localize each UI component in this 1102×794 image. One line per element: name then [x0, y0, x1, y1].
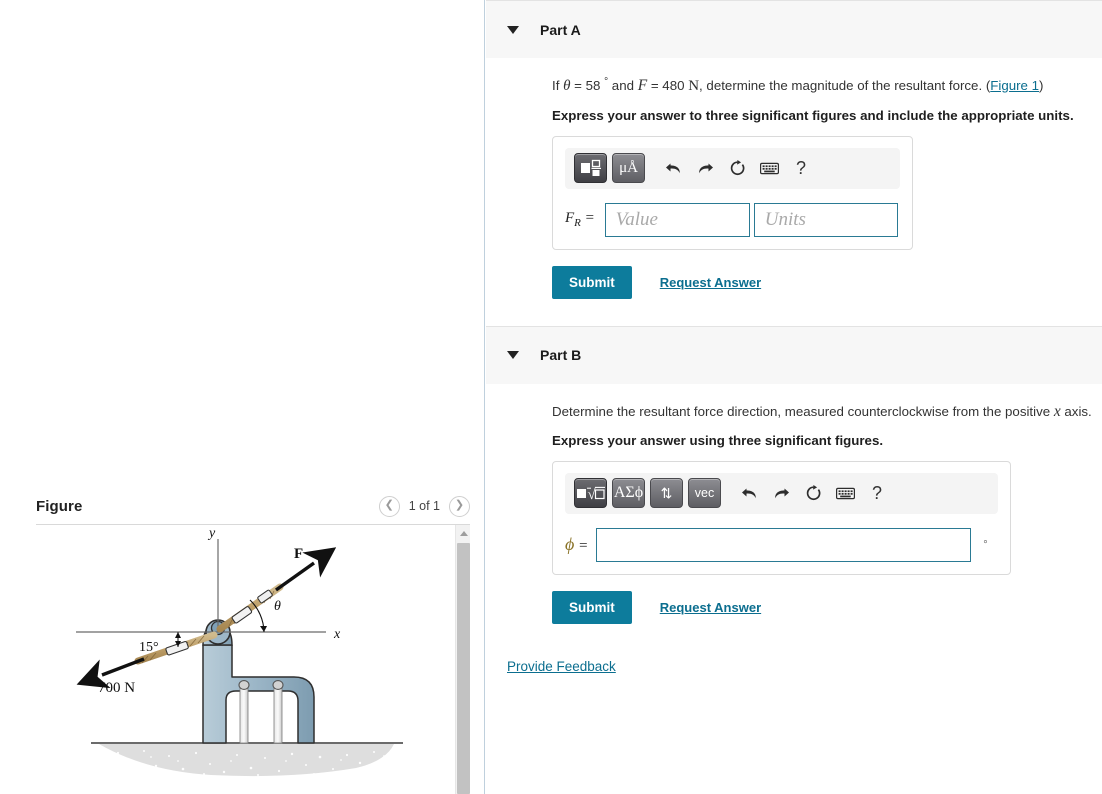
figure-header: Figure ❮ 1 of 1 ❯ — [36, 490, 470, 522]
redo-icon[interactable] — [765, 478, 797, 508]
figure-panel: Figure ❮ 1 of 1 ❯ x y F θ 15° 700 N — [0, 0, 485, 794]
part-a-title: Part A — [540, 21, 581, 38]
undo-icon[interactable] — [733, 478, 765, 508]
part-a-toolbar: μÅ ? — [565, 147, 900, 189]
q-mid-1: = 58 — [570, 78, 605, 93]
scroll-up-icon[interactable] — [456, 525, 470, 541]
part-a-units-input[interactable]: Units — [753, 202, 898, 237]
help-icon-label: ? — [795, 157, 806, 178]
part-a-units-placeholder: Units — [764, 208, 806, 230]
part-b-input-row: ϕ = ° — [565, 527, 998, 562]
help-icon-label: ? — [871, 482, 882, 503]
part-b-degree-suffix: ° — [983, 538, 988, 551]
scrollbar-thumb[interactable] — [457, 543, 470, 794]
reset-icon[interactable] — [797, 478, 829, 508]
part-b-request-answer-link[interactable]: Request Answer — [660, 600, 761, 615]
undo-icon[interactable] — [657, 153, 689, 183]
axis-x-label: x — [333, 627, 341, 642]
force-700-arrow — [76, 657, 145, 689]
feedback-section: Provide Feedback — [486, 624, 1102, 676]
bolt-left — [238, 680, 250, 744]
part-a-answer-label: FR = — [565, 210, 595, 229]
figure-diagram: x y F θ 15° 700 N — [76, 526, 403, 777]
q-force-symbol: F — [637, 77, 648, 94]
qb-x-symbol: x — [1053, 402, 1061, 420]
help-icon[interactable]: ? — [785, 153, 817, 183]
part-b-header[interactable]: Part B — [486, 325, 1102, 384]
part-a-value-placeholder: Value — [615, 208, 658, 230]
force-f-arrow — [275, 547, 337, 592]
figure-page-label: 1 of 1 — [408, 499, 440, 513]
part-b-question: Determine the resultant force direction,… — [552, 400, 1102, 423]
greek-letters-icon[interactable]: ΑΣϕ — [612, 478, 645, 509]
units-icon-label: μÅ — [619, 159, 638, 176]
q-suffix: , determine the magnitude of the resulta… — [699, 78, 991, 93]
part-a-answer-box: μÅ ? FR = Value Units — [552, 135, 913, 250]
provide-feedback-link[interactable]: Provide Feedback — [507, 659, 616, 674]
part-a-value-input[interactable]: Value — [604, 202, 750, 237]
figure-scrollbar[interactable] — [455, 525, 470, 794]
vector-label: vec — [694, 486, 715, 500]
part-a-answer-subscript: R — [574, 217, 581, 229]
keyboard-icon[interactable] — [753, 153, 785, 183]
q-prefix: If — [552, 78, 564, 93]
part-a-actions: Submit Request Answer — [552, 265, 1102, 299]
rope-upper — [216, 583, 284, 633]
figure-pager: ❮ 1 of 1 ❯ — [378, 495, 470, 517]
part-b-title: Part B — [540, 347, 582, 363]
bracket-body — [202, 644, 315, 744]
arrows-label: ⇅ — [660, 485, 673, 502]
part-b-answer-label: ϕ = — [565, 534, 588, 555]
template-icon[interactable] — [574, 153, 607, 183]
part-a-question: If θ = 58 ° and F = 480 N, determine the… — [552, 74, 1102, 98]
part-b-body: Determine the resultant force direction,… — [486, 384, 1102, 624]
q-end: ) — [1039, 78, 1044, 93]
force-f-label: F — [294, 546, 303, 562]
part-b-answer-equals: = — [574, 538, 589, 555]
greek-letters-label: ΑΣϕ — [613, 484, 644, 502]
part-b-instruction: Express your answer using three signific… — [552, 432, 884, 448]
part-a-body: If θ = 58 ° and F = 480 N, determine the… — [486, 58, 1102, 299]
part-a-submit-button[interactable]: Submit — [552, 265, 632, 299]
force-700-label: 700 N — [98, 680, 135, 696]
part-a-input-row: FR = Value Units — [565, 202, 900, 237]
part-b-answer-symbol: ϕ — [565, 534, 575, 555]
chevron-right-icon[interactable]: ❯ — [449, 495, 470, 517]
part-a-header[interactable]: Part A — [486, 0, 1102, 58]
axis-y-label: y — [207, 526, 216, 541]
help-icon[interactable]: ? — [861, 478, 893, 508]
angle-15-label: 15° — [139, 640, 159, 655]
caret-down-icon[interactable] — [507, 351, 519, 359]
vector-icon[interactable]: vec — [688, 478, 721, 509]
part-a-answer-equals: = — [580, 210, 595, 226]
figure-1-link[interactable]: Figure 1 — [990, 78, 1039, 93]
qb-prefix: Determine the resultant force direction,… — [552, 403, 1054, 419]
chevron-left-icon[interactable]: ❮ — [378, 495, 400, 517]
part-b-value-input[interactable] — [596, 527, 972, 562]
arrows-icon[interactable]: ⇅ — [650, 478, 683, 509]
part-a-request-answer-link[interactable]: Request Answer — [660, 275, 761, 290]
ground-soil — [99, 744, 394, 777]
part-a-instruction: Express your answer to three significant… — [552, 107, 1074, 123]
units-icon[interactable]: μÅ — [612, 153, 645, 183]
qb-suffix: axis. — [1060, 403, 1092, 419]
q-mid-2: and — [608, 78, 638, 93]
redo-icon[interactable] — [689, 153, 721, 183]
part-b-answer-box: √ ΑΣϕ ⇅ vec ? ϕ = ° — [552, 460, 1011, 575]
part-b-submit-button[interactable]: Submit — [552, 590, 632, 624]
part-b-actions: Submit Request Answer — [552, 590, 1102, 624]
part-b-toolbar: √ ΑΣϕ ⇅ vec ? — [565, 472, 998, 514]
part-a-answer-symbol: F — [565, 210, 575, 226]
bolt-right — [272, 680, 284, 744]
reset-icon[interactable] — [721, 153, 753, 183]
theta-label: θ — [274, 599, 281, 614]
figure-title: Figure — [36, 497, 83, 515]
keyboard-icon[interactable] — [829, 478, 861, 508]
problem-panel: Part A If θ = 58 ° and F = 480 N, determ… — [486, 0, 1102, 794]
template-radical-icon[interactable]: √ — [574, 478, 607, 509]
figure-scroll-area: x y F θ 15° 700 N — [36, 525, 470, 794]
caret-down-icon[interactable] — [507, 25, 519, 34]
q-mid-3: = 480 — [647, 78, 689, 93]
q-newton-unit: N — [688, 78, 700, 94]
